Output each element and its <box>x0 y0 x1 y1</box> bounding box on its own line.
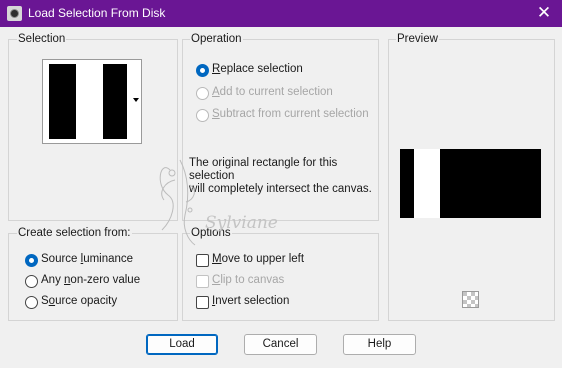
cancel-button[interactable]: Cancel <box>244 334 317 355</box>
radio-indicator <box>196 64 209 77</box>
operation-note: The original rectangle for this selectio… <box>189 157 379 196</box>
title-bar: Load Selection From Disk ✕ <box>0 0 562 27</box>
load-button[interactable]: Load <box>146 334 218 355</box>
radio-indicator <box>25 275 38 288</box>
checkbox-indicator <box>196 275 209 288</box>
radio-indicator <box>196 87 209 100</box>
radio-indicator <box>25 296 38 309</box>
selection-thumbnail-image <box>49 64 127 139</box>
selection-thumbnail-dropdown[interactable] <box>42 59 142 144</box>
transparency-checker-icon[interactable] <box>462 291 479 308</box>
operation-note-line-2: will completely intersect the canvas. <box>189 183 372 195</box>
close-button[interactable]: ✕ <box>534 3 554 23</box>
app-icon <box>7 6 22 21</box>
window-title: Load Selection From Disk <box>28 6 166 20</box>
operation-group-label: Operation <box>190 33 243 45</box>
checkbox-indicator <box>196 254 209 267</box>
radio-indicator <box>25 254 38 267</box>
preview-group-label: Preview <box>396 33 439 45</box>
selection-group-label: Selection <box>17 33 67 45</box>
radio-indicator <box>196 109 209 122</box>
checkbox-indicator <box>196 296 209 309</box>
dropdown-arrow-icon <box>133 98 139 102</box>
operation-note-line-1: The original rectangle for this selectio… <box>189 157 338 182</box>
options-group-label: Options <box>190 227 232 239</box>
preview-image <box>400 149 541 218</box>
create-selection-from-label: Create selection from: <box>17 227 132 239</box>
help-button[interactable]: Help <box>343 334 416 355</box>
